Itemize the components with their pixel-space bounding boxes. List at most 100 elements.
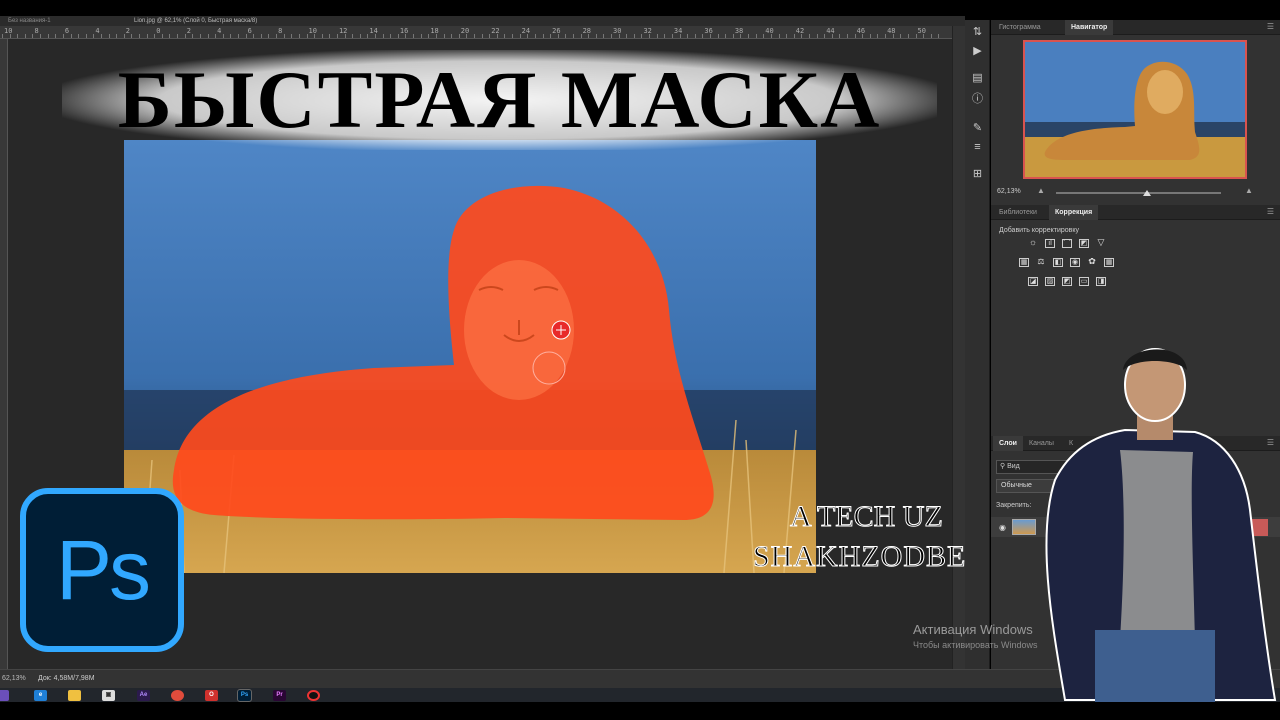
ruler-tick <box>413 34 415 38</box>
opera-icon[interactable]: O <box>205 690 218 701</box>
ruler-tick <box>496 34 498 38</box>
hue-saturation-icon[interactable]: ▦ <box>1019 258 1029 267</box>
zoom-out-icon[interactable]: ▲ <box>1037 186 1045 195</box>
windows-activation-title: Активация Windows <box>913 622 1033 637</box>
ruler-number: 30 <box>613 27 622 35</box>
channel-mixer-icon[interactable]: ✿ <box>1087 258 1097 267</box>
ruler-tick <box>808 34 810 38</box>
lion-photo[interactable] <box>124 140 816 573</box>
tab-lion[interactable]: Lion.jpg @ 62,1% (Слой 0, Быстрая маска/… <box>128 16 263 26</box>
edge-icon[interactable]: e <box>34 690 47 701</box>
chrome-icon[interactable] <box>171 690 184 701</box>
photo-filter-icon[interactable]: ◉ <box>1070 258 1080 267</box>
levels-icon[interactable]: ıl <box>1045 239 1055 248</box>
status-zoom[interactable]: 62,13% <box>2 675 26 682</box>
history-icon[interactable]: ⇅ <box>971 26 984 39</box>
ruler-tick <box>146 34 148 38</box>
ruler-tick <box>907 34 909 38</box>
posterize-icon[interactable]: ▨ <box>1045 277 1055 286</box>
ruler-tick <box>580 34 582 38</box>
selective-color-icon[interactable]: ◨ <box>1096 277 1106 286</box>
correction-tabs: Библиотеки Коррекция ☰ <box>991 205 1280 220</box>
photoshop-logo: Ps <box>20 488 184 652</box>
navigator-zoom-slider[interactable] <box>1056 192 1221 194</box>
app-icon[interactable] <box>0 690 9 701</box>
store-icon[interactable]: ▣ <box>102 690 115 701</box>
ruler-number: 24 <box>521 27 531 35</box>
tab-navigator[interactable]: Навигатор <box>1065 20 1114 35</box>
brush-icon[interactable]: ✎ <box>971 122 984 135</box>
exposure-icon[interactable]: ◩ <box>1079 239 1089 248</box>
credit-line-1: A TECH UZ <box>790 500 944 534</box>
curves-icon[interactable]: ⌒ <box>1062 239 1072 248</box>
zoom-in-icon[interactable]: ▲ <box>1245 186 1253 195</box>
ruler-tick <box>877 34 879 38</box>
tab-histogram[interactable]: Гистограмма <box>993 20 1047 35</box>
threshold-icon[interactable]: ◩ <box>1062 277 1072 286</box>
after-effects-icon[interactable]: Ae <box>137 690 150 701</box>
navigator-zoom-value[interactable]: 62,13% <box>997 188 1021 195</box>
photoshop-icon[interactable]: Ps <box>237 689 252 702</box>
navigator-thumbnail[interactable] <box>1023 40 1247 179</box>
ruler-tick <box>268 34 270 38</box>
ruler-tick <box>557 34 559 38</box>
panel-menu-icon[interactable]: ☰ <box>1267 208 1274 216</box>
ruler-tick <box>93 34 95 38</box>
ruler-tick <box>892 34 894 38</box>
info-icon[interactable]: ⓘ <box>971 93 984 106</box>
ruler-tick <box>565 34 567 38</box>
ruler-tick <box>854 34 856 38</box>
ruler-tick <box>62 34 64 38</box>
tab-libraries[interactable]: Библиотеки <box>993 205 1043 220</box>
ruler-tick <box>291 34 293 38</box>
navigator-zoom-knob[interactable] <box>1142 190 1151 196</box>
eye-icon[interactable]: ◉ <box>999 523 1006 532</box>
ruler-tick <box>694 34 696 38</box>
ruler-tick <box>793 34 795 38</box>
black-white-icon[interactable]: ◧ <box>1053 258 1063 267</box>
brightness-icon[interactable]: ☼ <box>1028 239 1038 248</box>
photoshop-logo-text: Ps <box>55 523 151 617</box>
ruler-tick <box>458 34 460 38</box>
invert-icon[interactable]: ◪ <box>1028 277 1038 286</box>
ruler-tick <box>344 34 346 38</box>
ruler-tick <box>816 34 818 38</box>
explorer-icon[interactable] <box>68 690 81 701</box>
tab-correction[interactable]: Коррекция <box>1049 205 1099 220</box>
ruler-number: 20 <box>460 27 470 35</box>
clone-source-icon[interactable]: ⊞ <box>971 168 984 181</box>
ruler-tick <box>664 34 666 38</box>
tab-untitled[interactable]: Без названия-1 <box>2 16 57 26</box>
ruler-tick <box>154 34 156 38</box>
ruler-tick <box>671 34 673 38</box>
ruler-number: 4 <box>95 27 100 35</box>
ruler-tick <box>238 34 239 38</box>
vibrance-icon[interactable]: ▽ <box>1096 239 1106 248</box>
gradient-map-icon[interactable]: ▭ <box>1079 277 1089 286</box>
ruler-tick <box>40 34 42 38</box>
ruler-tick <box>420 34 422 38</box>
ruler-tick <box>222 34 224 38</box>
ruler-number: 2 <box>125 27 131 35</box>
color-lookup-icon[interactable]: ▦ <box>1104 258 1114 267</box>
premiere-icon[interactable]: Pr <box>273 690 286 701</box>
ruler-number: 6 <box>247 27 252 35</box>
ruler-tick <box>732 34 734 38</box>
play-icon[interactable]: ▶ <box>971 45 984 58</box>
ruler-number: 4 <box>217 27 222 35</box>
properties-icon[interactable]: ▤ <box>971 72 984 85</box>
ruler-tick <box>298 34 300 38</box>
ruler-tick <box>519 34 521 38</box>
panel-menu-icon[interactable]: ☰ <box>1267 23 1274 31</box>
credit-line-2: SHAKHZODBEK <box>753 540 989 574</box>
ruler-tick <box>930 34 932 38</box>
ruler-tick <box>100 34 102 38</box>
record-icon[interactable] <box>307 690 320 701</box>
color-balance-icon[interactable]: ⚖ <box>1036 258 1046 267</box>
tab-layers[interactable]: Слои <box>993 436 1023 451</box>
ruler-tick <box>534 34 536 38</box>
bottom-black-bar <box>0 702 1280 720</box>
vertical-ruler <box>0 39 8 669</box>
status-doc-size[interactable]: Док: 4,58M/7,98M <box>38 675 95 682</box>
adjustments-icon[interactable]: ≡ <box>971 141 984 154</box>
